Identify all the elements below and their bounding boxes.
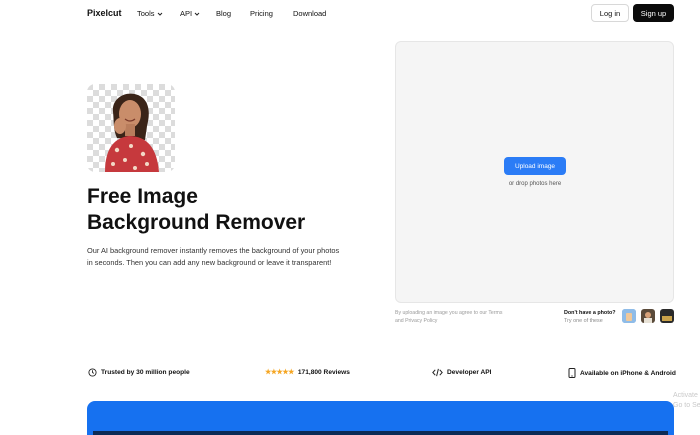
- nav-api-label: API: [180, 9, 193, 18]
- stat-developer-api[interactable]: Developer API: [432, 368, 491, 377]
- sample-photo-1[interactable]: [622, 309, 636, 323]
- hero-image: [87, 84, 175, 172]
- no-photo-title: Don't have a photo?: [564, 310, 616, 316]
- stat-developer-api-label: Developer API: [447, 369, 492, 376]
- phone-icon: [568, 368, 576, 378]
- page-title: Free Image Background Remover: [87, 184, 347, 236]
- page-title-line2: Background Remover: [87, 211, 306, 234]
- page-title-line1: Free Image: [87, 185, 198, 208]
- feature-banner: [87, 401, 674, 435]
- top-navbar: Pixelcut Tools API Blog Pricing Download…: [0, 0, 700, 28]
- stars-icon: ★★★★★: [265, 369, 294, 376]
- upload-dropzone[interactable]: Upload image or drop photos here: [395, 41, 674, 303]
- hero-description: Our AI background remover instantly remo…: [87, 246, 340, 268]
- stat-reviews: ★★★★★ 171,800 Reviews: [265, 368, 350, 377]
- nav-blog[interactable]: Blog: [216, 9, 231, 18]
- sample-photo-3-image: [660, 309, 674, 323]
- activation-watermark: Activate Go to Se: [673, 391, 700, 411]
- drop-hint: or drop photos here: [508, 181, 562, 187]
- code-icon: [432, 368, 443, 377]
- logo[interactable]: Pixelcut: [87, 8, 122, 18]
- nav-download-label: Download: [293, 9, 327, 18]
- sample-photo-2-image: [641, 309, 655, 323]
- stat-apps[interactable]: Available on iPhone & Android: [568, 368, 676, 378]
- no-photo-subtitle: Try one of these: [564, 317, 603, 324]
- sample-photo-3[interactable]: [660, 309, 674, 323]
- nav-tools[interactable]: Tools: [137, 9, 163, 18]
- stat-reviews-label: 171,800 Reviews: [297, 368, 350, 376]
- stat-trusted: Trusted by 30 million people: [88, 368, 190, 377]
- banner-bottom-bar: [93, 431, 668, 435]
- stat-trusted-label: Trusted by 30 million people: [101, 369, 190, 376]
- nav-pricing[interactable]: Pricing: [250, 9, 273, 18]
- sample-photo-1-image: [622, 309, 636, 323]
- login-button[interactable]: Log in: [591, 4, 629, 22]
- chevron-down-icon: [157, 12, 162, 16]
- trusted-icon: [88, 368, 97, 377]
- hero-photo-illustration: [87, 84, 175, 172]
- nav-download[interactable]: Download: [293, 9, 326, 18]
- sample-photos-prompt: Don't have a photo? Try one of these: [564, 310, 616, 325]
- activation-watermark-line2: Go to Se: [673, 402, 700, 409]
- nav-pricing-label: Pricing: [250, 9, 273, 18]
- nav-tools-label: Tools: [137, 9, 155, 18]
- stat-apps-label: Available on iPhone & Android: [580, 369, 676, 377]
- nav-blog-label: Blog: [216, 9, 232, 18]
- signup-button[interactable]: Sign up: [633, 4, 674, 22]
- nav-api[interactable]: API: [180, 9, 200, 18]
- upload-image-button[interactable]: Upload image: [504, 157, 566, 175]
- activation-watermark-line1: Activate: [673, 392, 698, 399]
- sample-photo-2[interactable]: [641, 309, 655, 323]
- chevron-down-icon: [194, 12, 200, 16]
- terms-notice: By uploading an image you agree to our T…: [395, 310, 503, 324]
